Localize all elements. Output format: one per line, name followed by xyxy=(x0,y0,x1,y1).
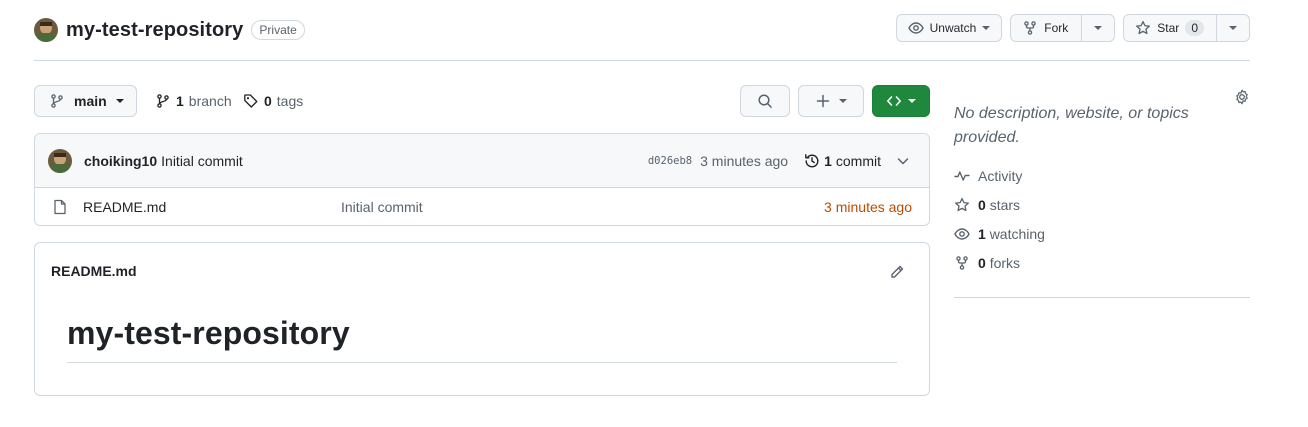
file-icon xyxy=(52,199,68,215)
branch-word: branch xyxy=(188,93,232,109)
pulse-icon xyxy=(954,168,970,184)
sidebar-divider xyxy=(954,297,1250,298)
commit-author[interactable]: choiking10 xyxy=(84,153,157,169)
commit-meta: d026eb8 3 minutes ago 1 commit xyxy=(648,134,911,188)
repo-forked-icon xyxy=(1022,20,1038,36)
tag-count: 0 xyxy=(264,93,272,109)
fork-dropdown-button[interactable] xyxy=(1081,15,1114,41)
readme-panel: README.md my-test-repository xyxy=(34,242,930,396)
star-icon xyxy=(1135,20,1151,36)
unwatch-label: Unwatch xyxy=(929,21,977,35)
star-count: 0 xyxy=(1185,20,1204,36)
repo-header: my-test-repository Private Unwatch Fork xyxy=(34,14,1250,44)
stars-link[interactable]: 0 stars xyxy=(954,195,1020,215)
chevron-down-icon xyxy=(1229,26,1237,30)
unwatch-button[interactable]: Unwatch xyxy=(897,15,1002,41)
chevron-down-icon xyxy=(839,99,847,103)
tag-icon xyxy=(243,93,259,109)
commit-word: commit xyxy=(835,153,881,169)
branch-selector[interactable]: main xyxy=(34,85,137,117)
tag-word: tags xyxy=(276,93,304,109)
commit-author-avatar[interactable] xyxy=(48,148,72,173)
star-dropdown-button[interactable] xyxy=(1216,15,1249,41)
activity-link[interactable]: Activity xyxy=(954,166,1022,186)
file-age: 3 minutes ago xyxy=(824,199,912,215)
watchers-link[interactable]: 1 watching xyxy=(954,224,1045,244)
eye-icon xyxy=(907,20,924,36)
file-name[interactable]: README.md xyxy=(83,199,166,215)
tags-link[interactable]: 0 tags xyxy=(243,85,303,117)
table-row: README.md Initial commit 3 minutes ago xyxy=(35,188,929,225)
header-actions: Unwatch Fork Star 0 xyxy=(895,14,1250,42)
watching-word: watching xyxy=(989,226,1045,242)
fork-button[interactable]: Fork xyxy=(1011,15,1081,41)
commit-message[interactable]: Initial commit xyxy=(161,153,243,169)
file-commit-message[interactable]: Initial commit xyxy=(341,199,423,215)
repo-name[interactable]: my-test-repository xyxy=(66,19,243,42)
chevron-down-icon xyxy=(982,26,991,30)
fork-button-group: Fork xyxy=(1010,14,1116,42)
go-to-file-search-button[interactable] xyxy=(740,85,790,117)
code-icon xyxy=(886,93,902,109)
commit-count: 1 xyxy=(824,153,832,169)
branch-count: 1 xyxy=(176,93,184,109)
about-sidebar: No description, website, or topics provi… xyxy=(954,85,1250,298)
forks-count: 0 xyxy=(978,255,986,271)
search-icon xyxy=(757,93,773,109)
eye-icon xyxy=(954,226,970,242)
history-icon xyxy=(804,153,820,169)
gear-icon[interactable] xyxy=(1234,89,1250,105)
branches-link[interactable]: 1 branch xyxy=(155,85,232,117)
star-button[interactable]: Star 0 xyxy=(1124,15,1216,41)
commit-history-link[interactable]: 1 commit xyxy=(804,153,881,169)
add-file-button[interactable] xyxy=(798,85,864,117)
chevron-down-icon xyxy=(115,99,124,103)
chevron-down-icon xyxy=(908,99,916,103)
star-button-group: Star 0 xyxy=(1123,14,1250,42)
pencil-icon[interactable] xyxy=(889,264,905,280)
stars-count: 0 xyxy=(978,197,986,213)
forks-word: forks xyxy=(989,255,1021,271)
file-navigation: main 1 branch 0 tags xyxy=(34,85,930,117)
commit-time: 3 minutes ago xyxy=(700,153,789,169)
readme-heading-divider xyxy=(67,362,897,363)
visibility-badge: Private xyxy=(251,20,305,40)
chevron-down-icon[interactable] xyxy=(895,153,911,169)
readme-filename[interactable]: README.md xyxy=(51,263,137,279)
git-branch-icon xyxy=(49,93,65,109)
watch-button-group: Unwatch xyxy=(895,14,1003,42)
readme-heading: my-test-repository xyxy=(67,315,350,351)
file-table: choiking10 Initial commit d026eb8 3 minu… xyxy=(34,133,930,226)
watching-count: 1 xyxy=(978,226,986,242)
activity-label: Activity xyxy=(978,168,1023,184)
repo-forked-icon xyxy=(954,255,970,271)
chevron-down-icon xyxy=(1094,26,1103,30)
plus-icon xyxy=(815,93,831,109)
star-label: Star xyxy=(1157,21,1180,35)
latest-commit-row: choiking10 Initial commit d026eb8 3 minu… xyxy=(35,134,929,188)
owner-avatar[interactable] xyxy=(34,18,58,42)
fork-label: Fork xyxy=(1044,21,1069,35)
stars-word: stars xyxy=(989,197,1021,213)
star-icon xyxy=(954,197,970,213)
commit-sha[interactable]: d026eb8 xyxy=(648,155,692,167)
code-button[interactable] xyxy=(872,85,930,117)
header-divider xyxy=(34,60,1250,61)
forks-link[interactable]: 0 forks xyxy=(954,253,1020,273)
about-description: No description, website, or topics provi… xyxy=(954,105,1189,146)
branch-name: main xyxy=(74,93,107,109)
git-branch-icon xyxy=(155,93,171,109)
